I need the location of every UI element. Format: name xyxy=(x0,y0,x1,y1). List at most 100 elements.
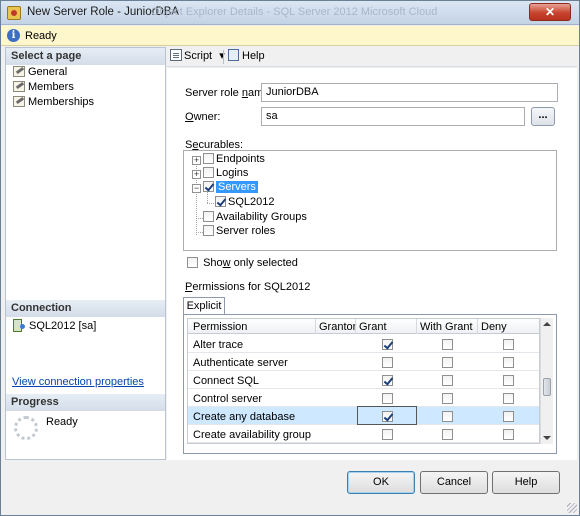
scroll-down-icon[interactable] xyxy=(543,436,551,440)
ok-button[interactable]: OK xyxy=(347,471,415,494)
left-pane: Select a page General Members Membership… xyxy=(5,47,166,460)
owner-label: Owner: xyxy=(185,111,221,123)
col-header-with-grant[interactable]: With Grant xyxy=(420,321,473,333)
grant-checkbox[interactable] xyxy=(382,339,393,350)
tree-guide-line xyxy=(196,218,203,219)
page-item-members[interactable]: Members xyxy=(12,80,74,95)
grant-checkbox[interactable] xyxy=(382,375,393,386)
owner-browse-button[interactable]: ... xyxy=(531,107,555,126)
show-only-selected-checkbox[interactable] xyxy=(187,257,198,268)
deny-checkbox[interactable] xyxy=(503,429,514,440)
toolbar: Script ▾ Help xyxy=(167,47,577,67)
expand-endpoints-icon[interactable]: + xyxy=(192,156,201,165)
permission-name: Connect SQL xyxy=(193,375,260,387)
col-header-grantor[interactable]: Grantor xyxy=(319,321,356,333)
table-row[interactable]: Create availability group xyxy=(188,425,539,443)
availability-groups-checkbox[interactable] xyxy=(203,211,214,222)
deny-checkbox[interactable] xyxy=(503,357,514,368)
with-grant-checkbox[interactable] xyxy=(442,375,453,386)
app-icon xyxy=(7,6,21,20)
deny-checkbox[interactable] xyxy=(503,339,514,350)
with-grant-checkbox[interactable] xyxy=(442,339,453,350)
scroll-up-icon[interactable] xyxy=(543,322,551,326)
col-separator xyxy=(416,319,417,334)
tree-node-endpoints[interactable]: Endpoints xyxy=(203,153,265,167)
with-grant-checkbox[interactable] xyxy=(442,393,453,404)
collapse-servers-icon[interactable]: − xyxy=(192,184,201,193)
page-icon xyxy=(12,65,26,77)
table-row[interactable]: Create any database xyxy=(188,406,539,425)
tree-guide-line xyxy=(207,203,214,204)
deny-checkbox[interactable] xyxy=(503,411,514,422)
cancel-button[interactable]: Cancel xyxy=(420,471,488,494)
with-grant-checkbox[interactable] xyxy=(442,429,453,440)
grant-checkbox[interactable] xyxy=(382,411,393,422)
grant-checkbox[interactable] xyxy=(382,429,393,440)
col-header-grant[interactable]: Grant xyxy=(359,321,387,333)
page-item-general[interactable]: General xyxy=(12,65,67,80)
connection-server: SQL2012 [sa] xyxy=(12,319,96,334)
server-roles-checkbox[interactable] xyxy=(203,225,214,236)
show-only-selected-option[interactable]: Show only selected xyxy=(187,257,298,269)
help-toolbar-label: Help xyxy=(242,50,265,62)
table-row[interactable]: Control server xyxy=(188,389,539,407)
table-row[interactable]: Alter trace xyxy=(188,335,539,353)
connection-header: Connection xyxy=(6,300,165,317)
sql2012-checkbox[interactable] xyxy=(215,196,226,207)
permission-name: Create availability group xyxy=(193,429,312,441)
table-row[interactable]: Authenticate server xyxy=(188,353,539,371)
server-role-name-label: Server role name: xyxy=(185,87,272,99)
with-grant-checkbox[interactable] xyxy=(442,411,453,422)
permission-name: Control server xyxy=(193,393,263,405)
tab-explicit[interactable]: Explicit xyxy=(183,297,225,315)
grant-checkbox[interactable] xyxy=(382,393,393,404)
title-bar: New Server Role - JuniorDBA Object Explo… xyxy=(1,1,579,25)
permissions-scrollbar[interactable] xyxy=(540,318,553,444)
tree-node-logins[interactable]: Logins xyxy=(203,167,248,181)
col-header-permission[interactable]: Permission xyxy=(193,321,247,333)
expand-logins-icon[interactable]: + xyxy=(192,170,201,179)
progress-status: Ready xyxy=(46,416,78,428)
tree-node-servers[interactable]: Servers xyxy=(203,181,258,195)
page-label-memberships: Memberships xyxy=(28,96,95,108)
background-window-title: Object Explorer Details - SQL Server 201… xyxy=(151,6,438,18)
tree-node-availability-groups[interactable]: Availability Groups xyxy=(203,211,307,225)
info-icon: i xyxy=(7,29,20,42)
tree-node-server-roles[interactable]: Server roles xyxy=(203,225,275,239)
table-row[interactable]: Connect SQL xyxy=(188,371,539,389)
status-text: Ready xyxy=(25,30,57,42)
page-icon xyxy=(12,95,26,107)
tree-guide-line xyxy=(196,232,203,233)
status-bar: i Ready xyxy=(1,26,579,46)
owner-input[interactable]: sa xyxy=(261,107,525,126)
view-connection-properties-link[interactable]: View connection properties xyxy=(12,376,144,391)
col-separator xyxy=(355,319,356,334)
servers-checkbox[interactable] xyxy=(203,181,214,192)
progress-spinner-icon xyxy=(14,416,38,440)
page-icon xyxy=(12,80,26,92)
page-label-members: Members xyxy=(28,81,74,93)
script-button[interactable]: Script ▾ xyxy=(170,49,225,65)
server-role-name-input[interactable]: JuniorDBA xyxy=(261,83,558,102)
permissions-for-label: Permissions for SQL2012 xyxy=(185,281,311,293)
progress-header: Progress xyxy=(6,394,165,411)
page-item-memberships[interactable]: Memberships xyxy=(12,95,94,110)
with-grant-checkbox[interactable] xyxy=(442,357,453,368)
dialog-window: New Server Role - JuniorDBA Object Explo… xyxy=(0,0,580,516)
resize-grip[interactable] xyxy=(567,503,577,513)
securables-tree[interactable]: + Endpoints + Logins − Servers SQL2012 A… xyxy=(183,150,557,251)
deny-checkbox[interactable] xyxy=(503,393,514,404)
scroll-thumb[interactable] xyxy=(543,378,551,396)
help-icon xyxy=(228,49,239,61)
deny-checkbox[interactable] xyxy=(503,375,514,386)
col-header-deny[interactable]: Deny xyxy=(481,321,507,333)
tree-node-sql2012[interactable]: SQL2012 xyxy=(215,196,274,210)
logins-checkbox[interactable] xyxy=(203,167,214,178)
grant-checkbox[interactable] xyxy=(382,357,393,368)
help-button[interactable]: Help xyxy=(492,471,560,494)
help-toolbar-button[interactable]: Help xyxy=(228,49,265,65)
script-icon xyxy=(170,49,182,61)
endpoints-checkbox[interactable] xyxy=(203,153,214,164)
permission-name: Authenticate server xyxy=(193,357,288,369)
close-button[interactable]: ✕ xyxy=(529,3,571,21)
